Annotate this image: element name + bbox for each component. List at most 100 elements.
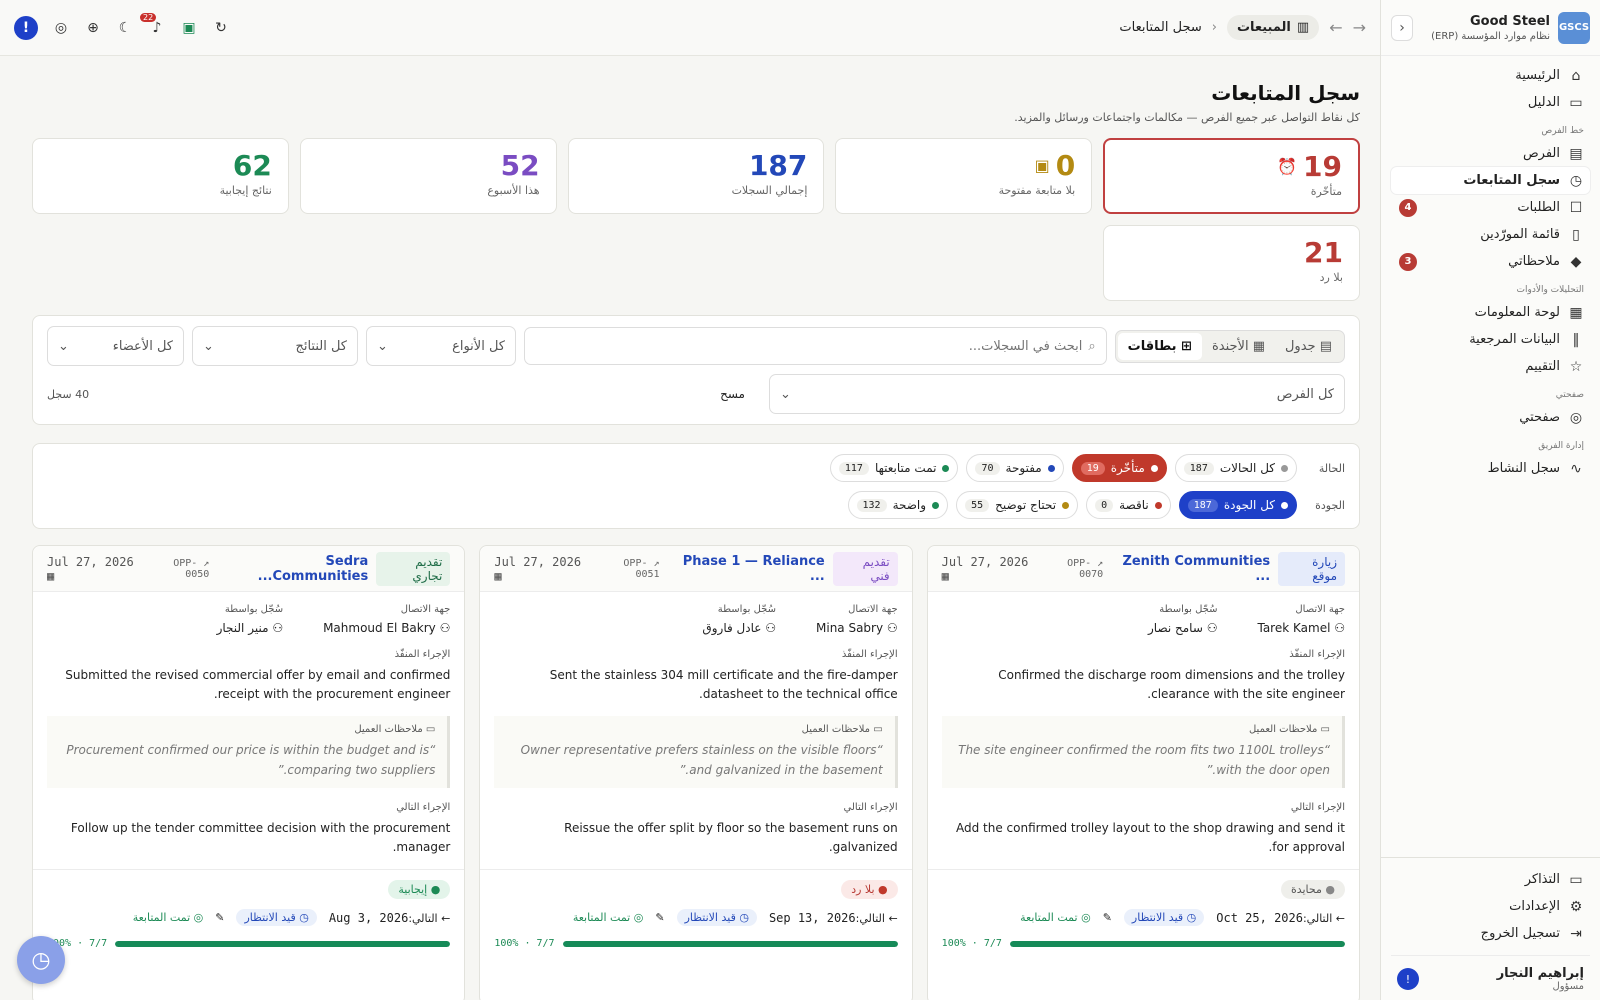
globe-icon[interactable]: ⊕ (84, 19, 102, 37)
opportunity-link[interactable]: Sedra Communities... (217, 554, 369, 584)
opportunity-link[interactable]: Zenith Communities ... (1111, 554, 1270, 584)
export-icon[interactable]: ▣ (180, 19, 198, 37)
collapse-sidebar-button[interactable]: ‹ (1391, 14, 1413, 41)
alert-icon[interactable]: ! (14, 15, 38, 40)
opportunity-id[interactable]: ↗ OPP-0050 (152, 557, 210, 580)
stat-card[interactable]: 19 ⏰ متأخّرة (1103, 138, 1360, 214)
sidebar-item[interactable]: ▭ التذاكر (1391, 866, 1590, 893)
forward-arrow-icon[interactable]: → (1353, 18, 1366, 37)
progress-fill (1009, 940, 1345, 947)
opportunities-select[interactable]: كل الفرص ⌄ (769, 374, 1345, 414)
bell-icon[interactable]: ♪ 22 (140, 12, 166, 37)
followup-card[interactable]: زيارة موقع Zenith Communities ... ↗ OPP-00… (926, 545, 1360, 1000)
clock-fab[interactable]: ◷ (17, 936, 65, 984)
contact-info: جهة الاتصال ⚇ Mina Sabry سُجّل بواسطة ⚇ عاد… (494, 604, 897, 635)
moon-icon[interactable]: ☾ (116, 19, 134, 37)
user-profile[interactable]: إبراهيم النجار مسؤول ! (1391, 955, 1590, 992)
sidebar-item[interactable]: ▭ الدليل (1391, 89, 1590, 116)
filter-chip[interactable]: تمت متابعتها 117 (829, 454, 959, 482)
filter-chip[interactable]: كل الحالات 187 (1174, 454, 1297, 482)
view-cards-tab[interactable]: ⊞ بطاقات (1117, 332, 1202, 360)
results-select[interactable]: كل النتائج ⌄ (192, 326, 358, 366)
client-notes-text: “Procurement confirmed our price is with… (66, 743, 436, 777)
client-notes-label: ▭ ملاحظات العميل (954, 724, 1330, 735)
next-date-value: Sep 13, 2026 (768, 910, 856, 925)
sidebar-item[interactable]: ⚙ الإعدادات (1391, 893, 1590, 920)
refresh-icon[interactable]: ↻ (212, 19, 230, 37)
sidebar-item[interactable]: ⇥ تسجيل الخروج (1391, 920, 1590, 947)
clock-icon: ◷ (1183, 911, 1197, 925)
members-select-value: كل الأعضاء (112, 338, 173, 354)
breadcrumb-current: سجل المتابعات (1119, 20, 1202, 35)
stat-card[interactable]: 0 ▣ بلا متابعة مفتوحة (835, 138, 1093, 214)
sidebar-item[interactable]: ☐ الطلبات 4 (1391, 194, 1590, 221)
sidebar-item[interactable]: ◎ صفحتي (1391, 404, 1590, 431)
opportunity-id[interactable]: ↗ OPP-0070 (1046, 558, 1103, 580)
stat-card[interactable]: 62 نتائج إيجابية (32, 138, 289, 214)
stat-card[interactable]: 52 هذا الأسبوع (299, 138, 557, 214)
calendar-icon: ▦ (47, 568, 55, 583)
opportunities-select-value: كل الفرص (1276, 386, 1334, 402)
stat-card[interactable]: 21 بلا رد (1103, 225, 1360, 301)
arrow-icon: ← (1332, 911, 1345, 925)
chip-label: ناقصة (1119, 498, 1149, 512)
clock-icon: ◷ (295, 911, 309, 925)
sidebar-item[interactable]: ◆ ملاحظاتي 3 (1391, 248, 1590, 275)
user-icon: ⚇ (1202, 621, 1218, 635)
members-select[interactable]: كل الأعضاء ⌄ (47, 326, 184, 366)
note-icon: ▭ (422, 724, 436, 736)
sidebar-item[interactable]: ⌂ الرئيسية (1391, 62, 1590, 89)
external-link-icon: ↗ (197, 557, 210, 569)
sidebar-item[interactable]: ▦ لوحة المعلومات (1391, 299, 1590, 326)
clear-filters-button[interactable]: مسح (720, 387, 745, 401)
sidebar-item[interactable]: ∿ سجل النشاط (1391, 455, 1590, 482)
logged-by-name: سامح نصار (1148, 621, 1203, 635)
sidebar-item[interactable]: ▤ الفرص (1391, 140, 1590, 167)
back-arrow-icon[interactable]: ← (1329, 18, 1342, 37)
check-circle-icon[interactable]: ◎ (52, 19, 70, 37)
gear-icon: ⚙ (1569, 898, 1583, 915)
opportunity-id[interactable]: ↗ OPP-0051 (601, 558, 659, 580)
mark-done-button[interactable]: ◎ تمت المتابعة (133, 911, 204, 924)
cards-grid: زيارة موقع Zenith Communities ... ↗ OPP-00… (32, 545, 1360, 1000)
result-badge: ● بلا رد (841, 880, 898, 900)
contact-label: جهة الاتصال (848, 604, 898, 615)
sidebar-item[interactable]: ☆ التقييم (1391, 353, 1590, 380)
sidebar-item-label: التذاكر (1524, 872, 1560, 887)
types-select[interactable]: كل الأنواع ⌄ (366, 326, 516, 366)
chip-count: 117 (838, 461, 869, 475)
action-label: الإجراء المنفّذ (841, 649, 898, 660)
stat-value: 19 ⏰ (1121, 150, 1342, 183)
mark-done-button[interactable]: ◎ تمت المتابعة (1020, 911, 1091, 924)
filter-chip[interactable]: مفتوحة 70 (966, 454, 1064, 482)
stat-card[interactable]: 187 إجمالي السجلات (567, 138, 825, 214)
edit-icon[interactable]: ✎ (215, 911, 224, 924)
view-table-tab[interactable]: ▤ جدول (1275, 333, 1342, 360)
dashboard-icon: ▦ (1569, 304, 1583, 321)
breadcrumb-section[interactable]: ▥ المبيعات (1226, 15, 1320, 40)
stat-number: 52 (500, 149, 540, 182)
filter-chip[interactable]: كل الجودة 187 (1178, 491, 1297, 519)
next-action-text: Add the confirmed trolley layout to the … (955, 820, 1345, 854)
followup-card[interactable]: تقديم فني Phase 1 — Reliance ... ↗ OPP-005… (479, 545, 913, 1000)
sidebar-item[interactable]: ◷ سجل المتابعات (1391, 167, 1590, 194)
followup-card[interactable]: تقديم تجاري Sedra Communities... ↗ OPP-005… (32, 545, 466, 1000)
view-cards-label: بطاقات (1127, 338, 1177, 354)
calendar-icon: ▦ (1248, 338, 1265, 354)
opportunity-link[interactable]: Phase 1 — Reliance ... (668, 554, 825, 584)
nav-section-title: صفحتي (1555, 390, 1584, 400)
filter-chip[interactable]: ناقصة 0 (1086, 491, 1171, 519)
search-input[interactable] (535, 338, 1083, 354)
mark-done-button[interactable]: ◎ تمت المتابعة (573, 911, 644, 924)
sidebar-item[interactable]: ▯ قائمة المورّدين (1391, 221, 1590, 248)
filter-chip[interactable]: واضحة 132 (847, 491, 949, 519)
edit-icon[interactable]: ✎ (1103, 911, 1112, 924)
card-date: Jul 27, 2026 ▦ (494, 555, 593, 583)
edit-icon[interactable]: ✎ (655, 911, 664, 924)
sidebar-item[interactable]: ‖ البيانات المرجعية (1391, 326, 1590, 353)
view-agenda-tab[interactable]: ▦ الأجندة (1202, 333, 1275, 360)
filter-chip[interactable]: تحتاج توضيح 55 (956, 491, 1079, 519)
chip-label: كل الحالات (1219, 461, 1275, 475)
sidebar-item-label: الإعدادات (1509, 899, 1560, 914)
filter-chip[interactable]: متأخّرة 19 (1071, 454, 1167, 482)
